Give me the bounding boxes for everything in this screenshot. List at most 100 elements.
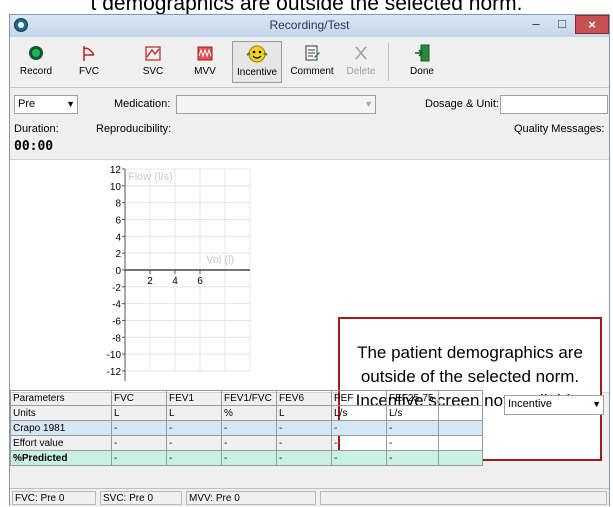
- svc-label: SVC: [142, 66, 164, 77]
- incentive-label: Incentive: [236, 67, 278, 78]
- table-cell: -: [221, 450, 277, 466]
- mvv-button[interactable]: MVV: [186, 41, 224, 83]
- y-tick-label: 4: [115, 232, 121, 243]
- table-cell: -: [166, 420, 222, 436]
- reproducibility-label: Reproducibility:: [96, 123, 172, 135]
- door-exit-icon: [415, 44, 430, 62]
- graph-x-ticks: 2 4 6: [147, 270, 203, 287]
- dosage-field[interactable]: [500, 95, 608, 114]
- incentive-button[interactable]: Incentive: [232, 41, 282, 83]
- table-cell: -: [276, 450, 332, 466]
- minimize-button[interactable]: –: [523, 15, 549, 34]
- graph-y-ticks: 12 10 8 6 4 2 0 -2 -4 -6 -8 -10 -12: [107, 165, 125, 378]
- x-tick-label: 6: [197, 276, 203, 287]
- table-cell: L/s: [386, 405, 439, 421]
- title-bar: Recording/Test – □ ×: [10, 15, 609, 37]
- y-tick-label: 12: [110, 165, 122, 176]
- table-row: Crapo 1981- - - - - -: [10, 420, 483, 436]
- stage-value: Pre: [18, 98, 36, 110]
- table-cell: -: [221, 435, 277, 451]
- table-row: %Predicted - - - - - -: [10, 450, 483, 466]
- y-tick-label: -6: [112, 316, 121, 327]
- table-row: Units L L% L L/s L/s: [10, 405, 483, 421]
- table-cell: -: [276, 420, 332, 436]
- table-cell-empty: [438, 420, 483, 436]
- done-button[interactable]: Done: [402, 41, 442, 83]
- mvv-label: MVV: [194, 66, 216, 77]
- table-cell: Crapo 1981: [10, 420, 112, 436]
- table-cell: L: [111, 405, 167, 421]
- table-cell-empty: [438, 390, 483, 406]
- table-cell: -: [386, 435, 439, 451]
- table-header-row: Parameters FVC FEV1 FEV1/FVC FEV6 PEF FEF25-75: [10, 390, 483, 406]
- table-cell: %: [221, 405, 277, 421]
- delete-button[interactable]: Delete: [340, 41, 382, 83]
- table-cell: -: [276, 435, 332, 451]
- duration-label: Duration:: [14, 123, 59, 135]
- table-row: Effort value - - - - - -: [10, 435, 483, 451]
- medication-select[interactable]: ▼: [176, 95, 376, 114]
- table-cell: L/s: [331, 405, 387, 421]
- y-tick-label: -10: [107, 350, 122, 361]
- medication-label: Medication:: [114, 98, 171, 110]
- maximize-button[interactable]: □: [549, 15, 575, 34]
- graph-y-label: Flow (l/s): [128, 171, 173, 183]
- table-cell: Units: [10, 405, 112, 421]
- table-cell: -: [111, 435, 167, 451]
- status-bar: FVC: Pre 0 SVC: Pre 0 MVV: Pre 0: [10, 488, 609, 507]
- table-cell: %Predicted: [10, 450, 112, 466]
- table-cell: FEV6: [276, 390, 332, 406]
- comment-icon: [305, 45, 320, 61]
- x-tick-label: 4: [172, 276, 178, 287]
- fvc-label: FVC: [79, 66, 99, 77]
- delete-icon: [355, 46, 367, 60]
- view-select[interactable]: Incentive ▼: [504, 395, 604, 415]
- table-cell: L: [166, 405, 222, 421]
- table-cell: FEV1: [166, 390, 222, 406]
- table-cell: Effort value: [10, 435, 112, 451]
- duration-value: 00:00: [14, 139, 54, 154]
- x-tick-label: 2: [147, 276, 153, 287]
- y-tick-label: -12: [107, 367, 122, 378]
- table-cell: -: [221, 420, 277, 436]
- y-tick-label: 6: [115, 215, 121, 226]
- y-tick-label: 0: [115, 266, 121, 277]
- record-label: Record: [19, 66, 53, 77]
- svc-button[interactable]: SVC: [134, 41, 172, 83]
- delete-label: Delete: [346, 66, 376, 77]
- record-icon: [29, 46, 43, 60]
- flow-volume-graph: Flow (l/s) Vol (l) 12 10 8 6 4 2 0 -2 -4 -6 -8 -10 -…: [107, 165, 251, 381]
- y-tick-label: -8: [112, 333, 121, 344]
- table-cell: -: [331, 450, 387, 466]
- graph-panel: Flow (l/s) Vol (l) 12 10 8 6 4 2 0 -2 -4 -6 -8 -10-…: [10, 159, 609, 461]
- table-cell: FEV1/FVC: [221, 390, 277, 406]
- y-tick-label: 10: [110, 182, 122, 193]
- done-label: Done: [410, 66, 434, 77]
- table-cell: PEF: [331, 390, 387, 406]
- toolbar: Record FVC SVC MVV Incentive Comment Del…: [10, 37, 609, 88]
- table-cell: -: [331, 435, 387, 451]
- dosage-label: Dosage & Unit:: [425, 98, 499, 110]
- mvv-icon: [197, 46, 213, 61]
- chevron-down-icon: ▼: [592, 399, 601, 409]
- y-tick-label: 2: [115, 249, 121, 260]
- y-tick-label: -4: [112, 300, 121, 311]
- table-cell: -: [166, 435, 222, 451]
- table-cell-empty: [438, 450, 483, 466]
- fvc-button[interactable]: FVC: [70, 41, 108, 83]
- table-cell: -: [331, 420, 387, 436]
- status-empty: [320, 491, 607, 505]
- toolbar-separator: [388, 43, 389, 81]
- comment-label: Comment: [290, 66, 334, 77]
- table-cell: -: [111, 450, 167, 466]
- parameters-table: Parameters FVC FEV1 FEV1/FVC FEV6 PEF FEF25-75…: [10, 390, 483, 466]
- table-cell: Parameters: [10, 390, 112, 406]
- stage-select[interactable]: Pre ▼: [14, 95, 78, 114]
- svc-icon: [145, 46, 161, 61]
- record-button[interactable]: Record: [14, 41, 58, 83]
- close-button[interactable]: ×: [575, 15, 609, 34]
- comment-button[interactable]: Comment: [288, 41, 336, 83]
- chevron-down-icon: ▼: [66, 99, 75, 109]
- graph-x-label: Vol (l): [206, 254, 234, 266]
- fvc-icon: [83, 46, 95, 61]
